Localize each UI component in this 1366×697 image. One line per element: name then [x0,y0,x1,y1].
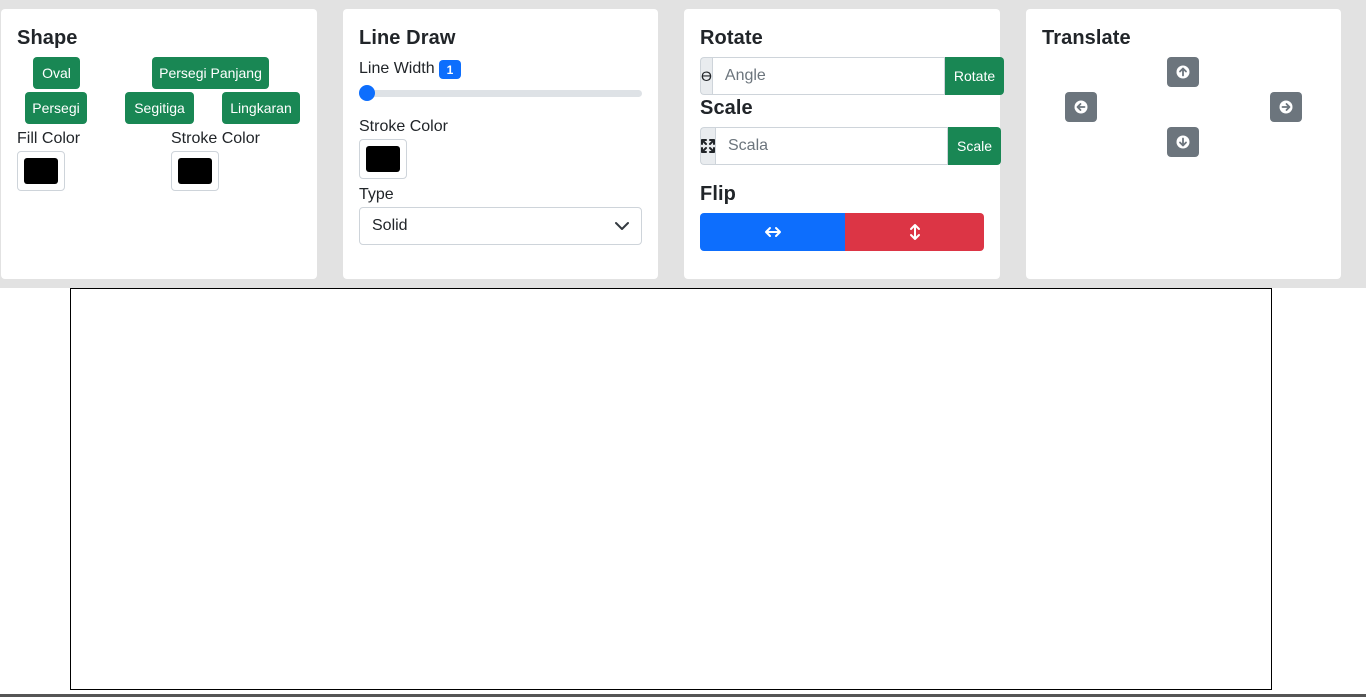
angle-input[interactable] [711,57,945,95]
translate-right-button[interactable] [1270,92,1302,122]
fullscreen-arrows-icon [700,127,715,165]
flip-vertical-button[interactable] [845,213,984,251]
chevron-down-icon [615,222,629,230]
fill-color-label: Fill Color [17,130,81,147]
arrow-down-circle-icon [1176,135,1190,149]
scale-input[interactable] [715,127,948,165]
slider-track [359,90,642,97]
fill-color-picker[interactable] [17,151,65,191]
translate-card: Translate [1026,9,1341,279]
rotate-title: Rotate [700,27,763,49]
oval-button[interactable]: Oval [33,57,80,89]
drawing-canvas[interactable] [70,288,1272,690]
scale-title: Scale [700,97,753,119]
scale-input-group: Scale [700,127,1002,165]
type-label: Type [359,186,394,203]
stroke-color-swatch [178,158,212,184]
lingkaran-button[interactable]: Lingkaran [222,92,300,124]
segitiga-button[interactable]: Segitiga [125,92,194,124]
line-stroke-color-swatch [366,146,400,172]
type-select-value: Solid [372,217,408,234]
arrow-right-circle-icon [1279,100,1293,114]
translate-left-button[interactable] [1065,92,1097,122]
persegi-panjang-button[interactable]: Persegi Panjang [152,57,269,89]
flip-horizontal-button[interactable] [700,213,845,251]
rotate-button[interactable]: Rotate [944,57,1005,95]
arrow-up-circle-icon [1176,65,1190,79]
translate-down-button[interactable] [1167,127,1199,157]
arrows-horizontal-icon [764,227,781,237]
flip-title: Flip [700,183,736,205]
line-draw-title: Line Draw [359,27,456,49]
line-width-label: Line Width [359,60,435,77]
persegi-button[interactable]: Persegi [25,92,87,124]
stroke-color-label: Stroke Color [171,130,260,147]
shape-title: Shape [17,27,78,49]
slider-thumb[interactable] [359,85,375,101]
line-draw-card: Line Draw Line Width 1 Stroke Color Type… [343,9,658,279]
stroke-color-picker[interactable] [171,151,219,191]
fill-color-swatch [24,158,58,184]
line-width-slider[interactable] [359,85,642,101]
line-stroke-color-label: Stroke Color [359,118,448,135]
translate-up-button[interactable] [1167,57,1199,87]
shape-card: Shape Oval Persegi Panjang Persegi Segit… [1,9,317,279]
line-width-badge: 1 [439,60,461,79]
arrows-vertical-icon [909,224,920,240]
rotate-input-group: ϴ Rotate [700,57,1005,95]
translate-title: Translate [1042,27,1131,49]
type-select[interactable]: Solid [359,207,642,245]
theta-icon: ϴ [700,57,712,95]
scale-button[interactable]: Scale [948,127,1002,165]
line-stroke-color-picker[interactable] [359,139,407,179]
transform-card: Rotate ϴ Rotate Scale Scale Flip [684,9,1005,279]
arrow-left-circle-icon [1074,100,1088,114]
